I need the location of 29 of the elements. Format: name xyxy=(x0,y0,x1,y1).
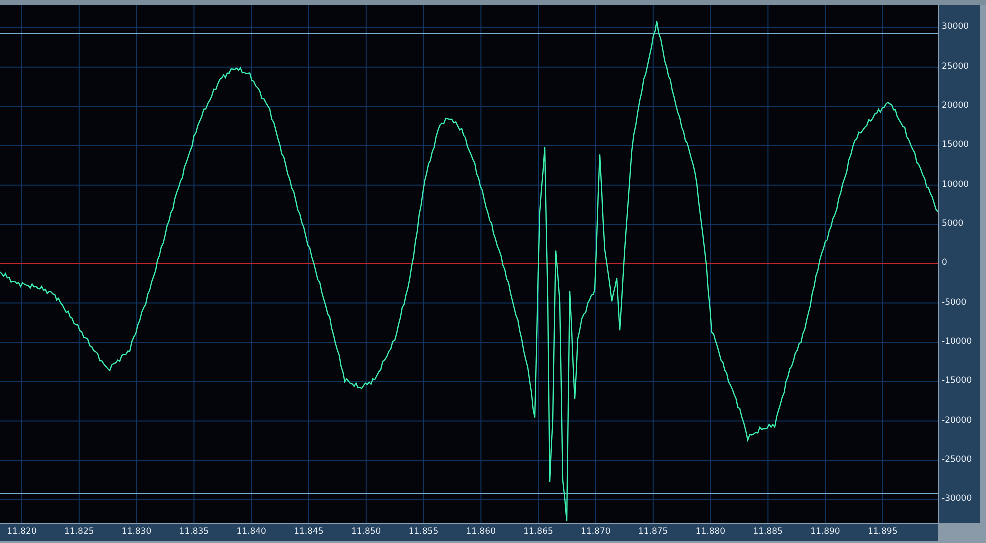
axis-label: 11.845 xyxy=(293,526,325,539)
axis-label: 11.850 xyxy=(350,526,382,539)
axis-label: 11.895 xyxy=(866,526,899,539)
axis-label: 11.865 xyxy=(522,526,554,539)
axis-label: 5000 xyxy=(941,218,965,231)
axis-label: 11.885 xyxy=(752,526,784,539)
axis-label: 11.860 xyxy=(465,526,497,539)
axis-label: 11.825 xyxy=(64,526,96,539)
axis-label: 11.830 xyxy=(120,526,153,539)
axis-label: 11.880 xyxy=(694,526,727,539)
axis-label: 11.875 xyxy=(637,526,670,539)
axis-label: 25000 xyxy=(941,60,970,74)
axis-label: 10000 xyxy=(941,178,970,192)
axis-label: -15000 xyxy=(941,375,974,388)
axis-label: 15000 xyxy=(941,139,970,152)
axis-label: 30000 xyxy=(941,21,970,34)
axis-label: -10000 xyxy=(941,336,974,349)
axis-label: 20000 xyxy=(941,100,970,113)
axis-label: 11.835 xyxy=(178,526,210,539)
axis-label: -20000 xyxy=(941,414,974,428)
axis-label: 0 xyxy=(941,257,948,270)
axis-label: 11.855 xyxy=(408,526,440,539)
axis-label: -30000 xyxy=(941,493,974,506)
axis-label: 11.890 xyxy=(810,526,842,539)
axis-label: 11.820 xyxy=(6,526,38,539)
axis-label: -5000 xyxy=(941,296,968,310)
axis-label: 11.870 xyxy=(580,526,612,539)
axis-label: 11.840 xyxy=(236,526,268,539)
axis-label: -25000 xyxy=(941,454,974,467)
